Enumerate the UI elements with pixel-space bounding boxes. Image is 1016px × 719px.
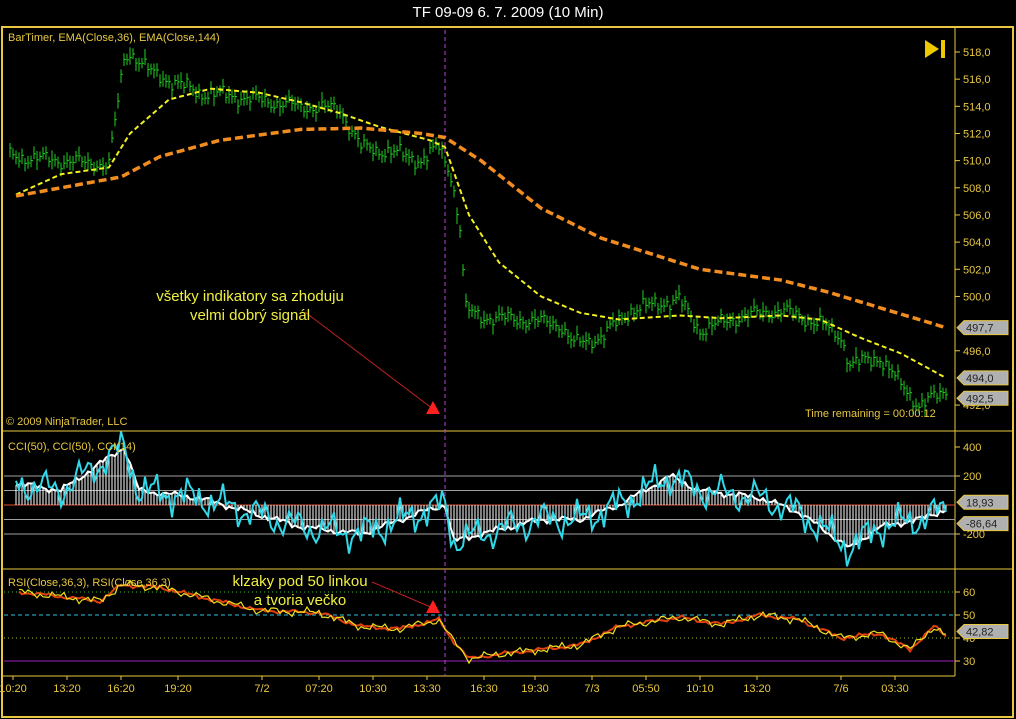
- value-badge-label: 18,93: [966, 497, 994, 509]
- x-tick-label: 05:50: [632, 683, 660, 695]
- x-tick-label: 19:30: [521, 683, 549, 695]
- ema36-line: [15, 87, 947, 379]
- copyright-label: © 2009 NinjaTrader, LLC: [6, 416, 127, 428]
- x-tick-label: 7/6: [833, 683, 848, 695]
- x-tick-label: 10:30: [359, 683, 387, 695]
- cci14-line: [15, 431, 947, 567]
- y-tick-label: 30: [963, 656, 975, 668]
- x-tick-label: 13:30: [413, 683, 441, 695]
- y-tick-label: 506,0: [963, 210, 991, 222]
- rsi-smoothed-line: [18, 583, 947, 660]
- y-tick-label: 510,0: [963, 156, 991, 168]
- annotation-price-line1: všetky indikatory sa zhoduju: [156, 288, 344, 305]
- cci-panel-label: CCI(50), CCI(50), CCI(14): [8, 441, 136, 453]
- y-tick-label: 504,0: [963, 237, 991, 249]
- value-badge-label: 497,7: [966, 323, 994, 335]
- annotation-arrow-price-head: [426, 401, 440, 414]
- y-tick-label: 518,0: [963, 47, 991, 59]
- y-tick-label: 508,0: [963, 183, 991, 195]
- x-tick-label: 16:30: [470, 683, 498, 695]
- x-tick-label: 19:20: [164, 683, 192, 695]
- y-tick-label: 512,0: [963, 128, 991, 140]
- annotation-price-line2: velmi dobrý signál: [190, 307, 310, 324]
- outer-frame: [1, 26, 1014, 718]
- x-tick-label: 10:20: [0, 683, 27, 695]
- value-badge-label: 42,82: [966, 627, 994, 639]
- value-badge-label: -86,64: [966, 519, 997, 531]
- go-to-end-icon[interactable]: [925, 40, 945, 58]
- y-tick-label: 496,0: [963, 346, 991, 358]
- y-tick-label: 60: [963, 587, 975, 599]
- annotation-arrow-price: [304, 311, 434, 410]
- y-tick-label: 514,0: [963, 101, 991, 113]
- value-badge-label: 494,0: [966, 373, 994, 385]
- y-tick-label: 502,0: [963, 264, 991, 276]
- y-tick-label: 500,0: [963, 291, 991, 303]
- chart-canvas[interactable]: 518,0 516,0 514,0 512,0 510,0 508,0 506,0 504,0…: [0, 26, 1016, 719]
- annotation-rsi-line1: klzaky pod 50 linkou: [232, 573, 367, 590]
- chart-marks: [9, 47, 948, 665]
- y-tick-label: 200: [963, 471, 981, 483]
- value-badge-label: 492,5: [966, 393, 994, 405]
- window-title: TF 09-09 6. 7. 2009 (10 Min): [412, 4, 604, 21]
- panel-frames: [1, 26, 1014, 718]
- x-tick-label: 10:10: [686, 683, 714, 695]
- x-tick-label: 7/3: [584, 683, 599, 695]
- x-tick-label: 13:20: [743, 683, 771, 695]
- x-tick-label: 07:20: [305, 683, 333, 695]
- x-tick-label: 13:20: [53, 683, 81, 695]
- time-remaining-label: Time remaining = 00:00:12: [805, 408, 936, 420]
- x-tick-label: 16:20: [107, 683, 135, 695]
- y-tick-label: 50: [963, 610, 975, 622]
- annotation-arrow-rsi-head: [426, 600, 440, 613]
- rsi-panel-label: RSI(Close,36,3), RSI(Close,36,3): [8, 577, 171, 589]
- annotation-arrow-rsi: [371, 581, 434, 609]
- rsi-line: [18, 579, 947, 665]
- annotation-rsi-line2: a tvoria večko: [254, 592, 347, 609]
- axes: 518,0 516,0 514,0 512,0 510,0 508,0 506,0 504,0…: [0, 47, 1009, 695]
- y-tick-label: 400: [963, 442, 981, 454]
- price-panel-label: BarTimer, EMA(Close,36), EMA(Close,144): [8, 32, 220, 44]
- x-tick-label: 03:30: [881, 683, 909, 695]
- y-tick-label: 516,0: [963, 74, 991, 86]
- x-tick-label: 7/2: [254, 683, 269, 695]
